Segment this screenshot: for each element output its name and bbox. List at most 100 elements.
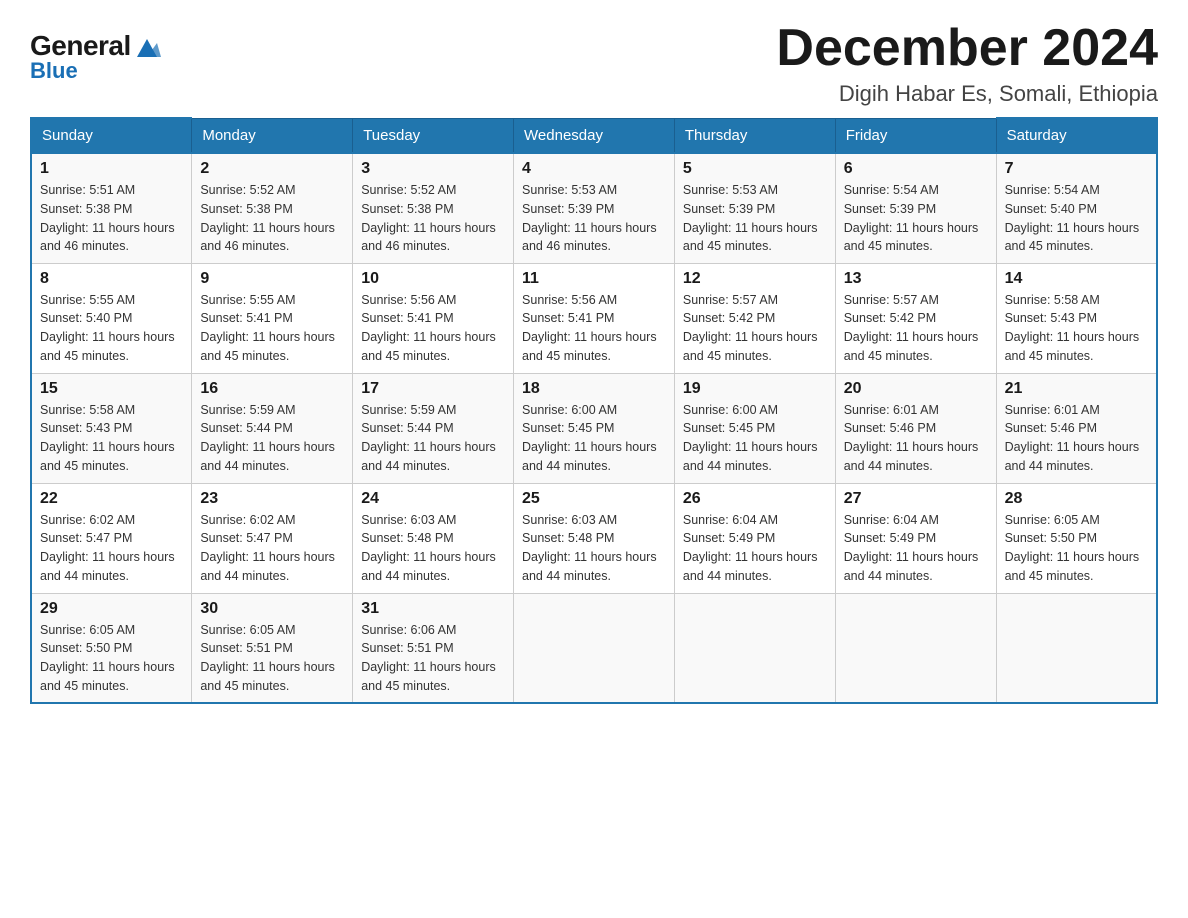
day-info: Sunrise: 6:01 AMSunset: 5:46 PMDaylight:… [1005,401,1148,476]
day-number: 5 [683,160,827,178]
col-friday: Friday [835,118,996,153]
day-info: Sunrise: 6:03 AMSunset: 5:48 PMDaylight:… [522,511,666,586]
day-number: 10 [361,270,505,288]
day-info: Sunrise: 6:06 AMSunset: 5:51 PMDaylight:… [361,621,505,696]
day-info: Sunrise: 5:56 AMSunset: 5:41 PMDaylight:… [522,291,666,366]
table-row: 26Sunrise: 6:04 AMSunset: 5:49 PMDayligh… [674,483,835,593]
day-info: Sunrise: 6:00 AMSunset: 5:45 PMDaylight:… [683,401,827,476]
day-info: Sunrise: 5:55 AMSunset: 5:40 PMDaylight:… [40,291,183,366]
day-number: 8 [40,270,183,288]
logo-triangle-icon [133,33,161,61]
day-info: Sunrise: 5:58 AMSunset: 5:43 PMDaylight:… [1005,291,1148,366]
day-number: 6 [844,160,988,178]
table-row: 12 Sunrise: 5:57 AMSunset: 5:42 PMDayligh… [674,263,835,373]
day-info: Sunrise: 6:02 AMSunset: 5:47 PMDaylight:… [40,511,183,586]
logo-blue-text: Blue [30,58,78,84]
day-number: 27 [844,490,988,508]
day-info: Sunrise: 6:03 AMSunset: 5:48 PMDaylight:… [361,511,505,586]
day-number: 11 [522,270,666,288]
day-number: 14 [1005,270,1148,288]
day-info: Sunrise: 6:01 AMSunset: 5:46 PMDaylight:… [844,401,988,476]
table-row: 24 Sunrise: 6:03 AMSunset: 5:48 PMDayligh… [353,483,514,593]
calendar-week-row: 1Sunrise: 5:51 AMSunset: 5:38 PMDaylight… [31,153,1157,263]
day-number: 7 [1005,160,1148,178]
table-row: 6 Sunrise: 5:54 AMSunset: 5:39 PMDaylight… [835,153,996,263]
day-number: 25 [522,490,666,508]
table-row: 13 Sunrise: 5:57 AMSunset: 5:42 PMDayligh… [835,263,996,373]
month-title: December 2024 [776,20,1158,77]
day-info: Sunrise: 5:53 AMSunset: 5:39 PMDaylight:… [683,181,827,256]
day-number: 29 [40,600,183,618]
day-number: 4 [522,160,666,178]
day-info: Sunrise: 6:00 AMSunset: 5:45 PMDaylight:… [522,401,666,476]
day-info: Sunrise: 5:57 AMSunset: 5:42 PMDaylight:… [683,291,827,366]
day-number: 28 [1005,490,1148,508]
day-number: 19 [683,380,827,398]
calendar-week-row: 15 Sunrise: 5:58 AMSunset: 5:43 PMDayligh… [31,373,1157,483]
table-row: 31 Sunrise: 6:06 AMSunset: 5:51 PMDayligh… [353,593,514,703]
table-row: 20 Sunrise: 6:01 AMSunset: 5:46 PMDayligh… [835,373,996,483]
day-info: Sunrise: 6:04 AMSunset: 5:49 PMDaylight:… [683,511,827,586]
day-number: 12 [683,270,827,288]
day-number: 22 [40,490,183,508]
day-number: 30 [200,600,344,618]
table-row: 11 Sunrise: 5:56 AMSunset: 5:41 PMDayligh… [514,263,675,373]
page-header: General Blue December 2024 Digih Habar E… [30,20,1158,107]
day-info: Sunrise: 5:55 AMSunset: 5:41 PMDaylight:… [200,291,344,366]
table-row: 1Sunrise: 5:51 AMSunset: 5:38 PMDaylight… [31,153,192,263]
day-info: Sunrise: 5:53 AMSunset: 5:39 PMDaylight:… [522,181,666,256]
table-row: 23Sunrise: 6:02 AMSunset: 5:47 PMDayligh… [192,483,353,593]
col-sunday: Sunday [31,118,192,153]
col-wednesday: Wednesday [514,118,675,153]
calendar-week-row: 22 Sunrise: 6:02 AMSunset: 5:47 PMDayligh… [31,483,1157,593]
day-number: 2 [200,160,344,178]
table-row: 10Sunrise: 5:56 AMSunset: 5:41 PMDayligh… [353,263,514,373]
day-info: Sunrise: 5:57 AMSunset: 5:42 PMDaylight:… [844,291,988,366]
location-title: Digih Habar Es, Somali, Ethiopia [776,81,1158,107]
title-section: December 2024 Digih Habar Es, Somali, Et… [776,20,1158,107]
table-row [514,593,675,703]
calendar-week-row: 29Sunrise: 6:05 AMSunset: 5:50 PMDayligh… [31,593,1157,703]
table-row: 5 Sunrise: 5:53 AMSunset: 5:39 PMDaylight… [674,153,835,263]
col-tuesday: Tuesday [353,118,514,153]
day-number: 9 [200,270,344,288]
day-info: Sunrise: 5:54 AMSunset: 5:40 PMDaylight:… [1005,181,1148,256]
table-row [996,593,1157,703]
table-row: 15 Sunrise: 5:58 AMSunset: 5:43 PMDayligh… [31,373,192,483]
day-info: Sunrise: 5:54 AMSunset: 5:39 PMDaylight:… [844,181,988,256]
day-number: 15 [40,380,183,398]
table-row: 2 Sunrise: 5:52 AMSunset: 5:38 PMDaylight… [192,153,353,263]
table-row: 9 Sunrise: 5:55 AMSunset: 5:41 PMDaylight… [192,263,353,373]
table-row: 19 Sunrise: 6:00 AMSunset: 5:45 PMDayligh… [674,373,835,483]
table-row: 4 Sunrise: 5:53 AMSunset: 5:39 PMDaylight… [514,153,675,263]
day-number: 13 [844,270,988,288]
table-row: 18Sunrise: 6:00 AMSunset: 5:45 PMDayligh… [514,373,675,483]
table-row: 17Sunrise: 5:59 AMSunset: 5:44 PMDayligh… [353,373,514,483]
table-row: 30 Sunrise: 6:05 AMSunset: 5:51 PMDayligh… [192,593,353,703]
calendar-week-row: 8 Sunrise: 5:55 AMSunset: 5:40 PMDaylight… [31,263,1157,373]
day-number: 31 [361,600,505,618]
day-info: Sunrise: 6:05 AMSunset: 5:50 PMDaylight:… [1005,511,1148,586]
col-saturday: Saturday [996,118,1157,153]
day-info: Sunrise: 5:52 AMSunset: 5:38 PMDaylight:… [200,181,344,256]
table-row [674,593,835,703]
day-info: Sunrise: 6:04 AMSunset: 5:49 PMDaylight:… [844,511,988,586]
day-info: Sunrise: 6:02 AMSunset: 5:47 PMDaylight:… [200,511,344,586]
col-monday: Monday [192,118,353,153]
table-row: 25 Sunrise: 6:03 AMSunset: 5:48 PMDayligh… [514,483,675,593]
table-row: 21Sunrise: 6:01 AMSunset: 5:46 PMDayligh… [996,373,1157,483]
calendar-header-row: Sunday Monday Tuesday Wednesday Thursday… [31,118,1157,153]
day-number: 24 [361,490,505,508]
table-row: 28 Sunrise: 6:05 AMSunset: 5:50 PMDayligh… [996,483,1157,593]
day-number: 1 [40,160,183,178]
table-row: 16Sunrise: 5:59 AMSunset: 5:44 PMDayligh… [192,373,353,483]
table-row: 7 Sunrise: 5:54 AMSunset: 5:40 PMDaylight… [996,153,1157,263]
day-info: Sunrise: 5:58 AMSunset: 5:43 PMDaylight:… [40,401,183,476]
day-number: 20 [844,380,988,398]
day-info: Sunrise: 6:05 AMSunset: 5:51 PMDaylight:… [200,621,344,696]
table-row: 27 Sunrise: 6:04 AMSunset: 5:49 PMDayligh… [835,483,996,593]
table-row: 29Sunrise: 6:05 AMSunset: 5:50 PMDayligh… [31,593,192,703]
day-number: 16 [200,380,344,398]
table-row [835,593,996,703]
logo: General Blue [30,30,161,84]
